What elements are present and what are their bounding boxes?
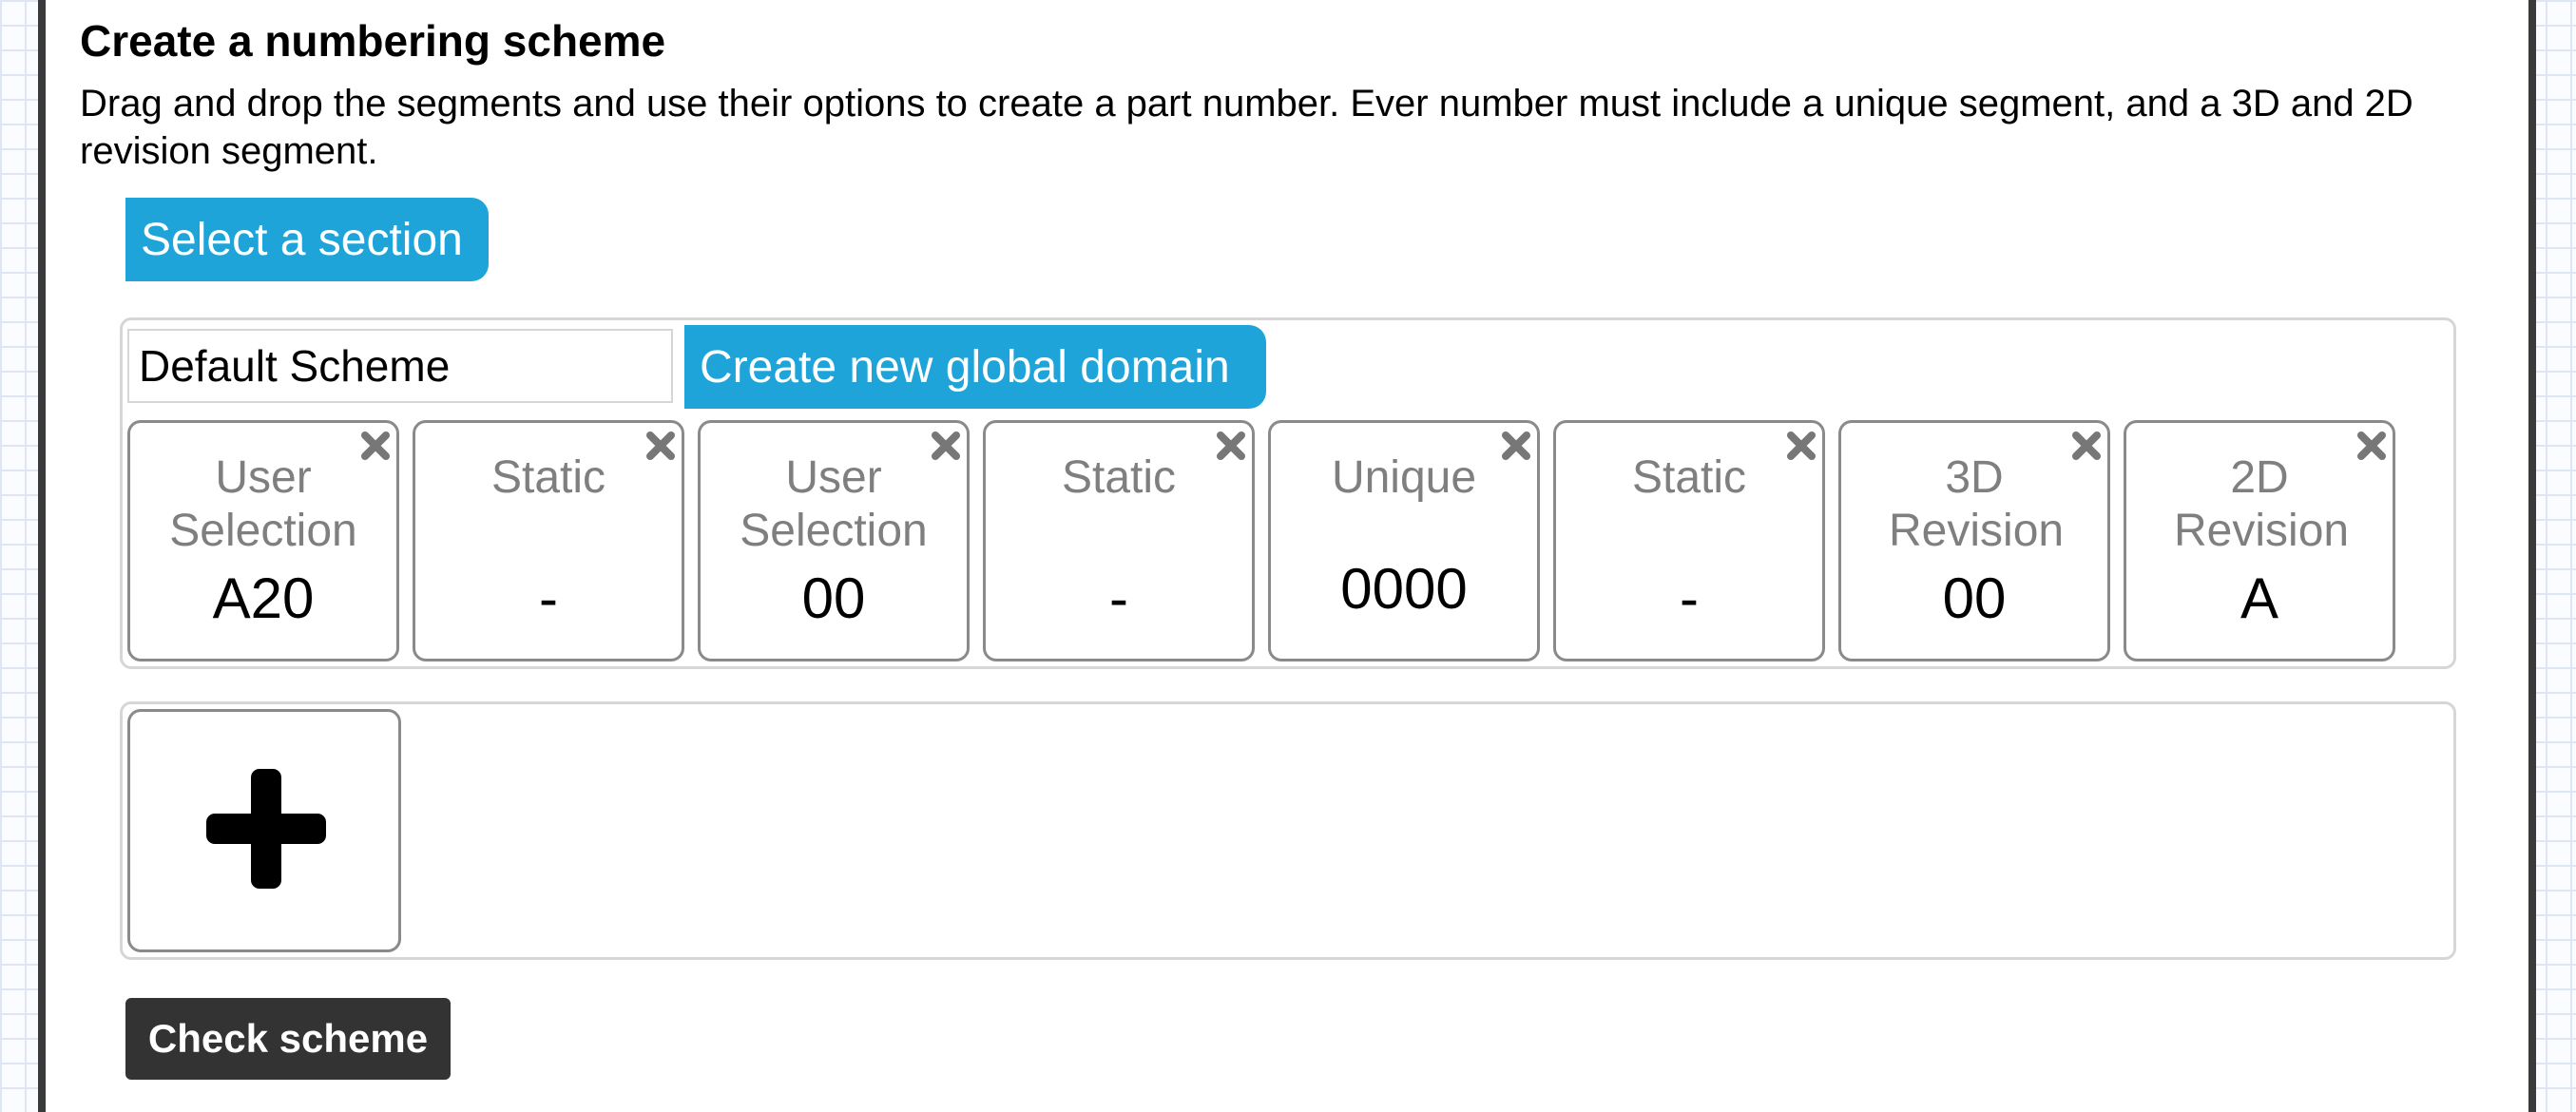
segment-static[interactable]: Static - [413, 420, 684, 661]
select-section-button[interactable]: Select a section [125, 198, 489, 281]
scheme-name-input[interactable] [127, 329, 673, 403]
segment-list: User Selection A20 Static - User Selecti… [127, 420, 2395, 663]
segment-value: 00 [1942, 566, 2007, 630]
segment-value: A20 [212, 566, 315, 630]
page-title: Create a numbering scheme [80, 16, 666, 66]
plus-icon [206, 769, 326, 889]
segment-value: - [1109, 566, 1128, 630]
close-icon[interactable] [356, 427, 394, 465]
check-scheme-button[interactable]: Check scheme [125, 998, 451, 1080]
add-segment-button[interactable] [127, 709, 401, 952]
segment-value: - [1680, 566, 1699, 630]
page-description: Drag and drop the segments and use their… [80, 83, 2413, 172]
segment-value: 0000 [1340, 557, 1468, 621]
close-icon[interactable] [1782, 427, 1820, 465]
segment-3d-revision[interactable]: 3D Revision 00 [1838, 420, 2110, 661]
segment-type-label: User Selection [740, 452, 928, 556]
create-global-domain-button[interactable]: Create new global domain [684, 325, 1266, 409]
segment-type-label: 3D Revision [1889, 452, 2065, 556]
segment-static[interactable]: Static - [983, 420, 1255, 661]
segment-value: A [2240, 566, 2279, 630]
segment-value: 00 [801, 566, 866, 630]
segment-type-label: 2D Revision [2174, 452, 2350, 556]
close-icon[interactable] [1497, 427, 1535, 465]
segment-unique[interactable]: Unique 0000 [1268, 420, 1540, 661]
segment-user-selection[interactable]: User Selection 00 [698, 420, 970, 661]
segment-2d-revision[interactable]: 2D Revision A [2124, 420, 2395, 661]
close-icon[interactable] [927, 427, 965, 465]
segment-user-selection[interactable]: User Selection A20 [127, 420, 399, 661]
available-segments-container [120, 701, 2456, 960]
close-icon[interactable] [2353, 427, 2391, 465]
close-icon[interactable] [642, 427, 680, 465]
close-icon[interactable] [2067, 427, 2105, 465]
segment-static[interactable]: Static - [1553, 420, 1825, 661]
close-icon[interactable] [1212, 427, 1250, 465]
segment-value: - [539, 566, 558, 630]
segment-type-label: User Selection [169, 452, 357, 556]
